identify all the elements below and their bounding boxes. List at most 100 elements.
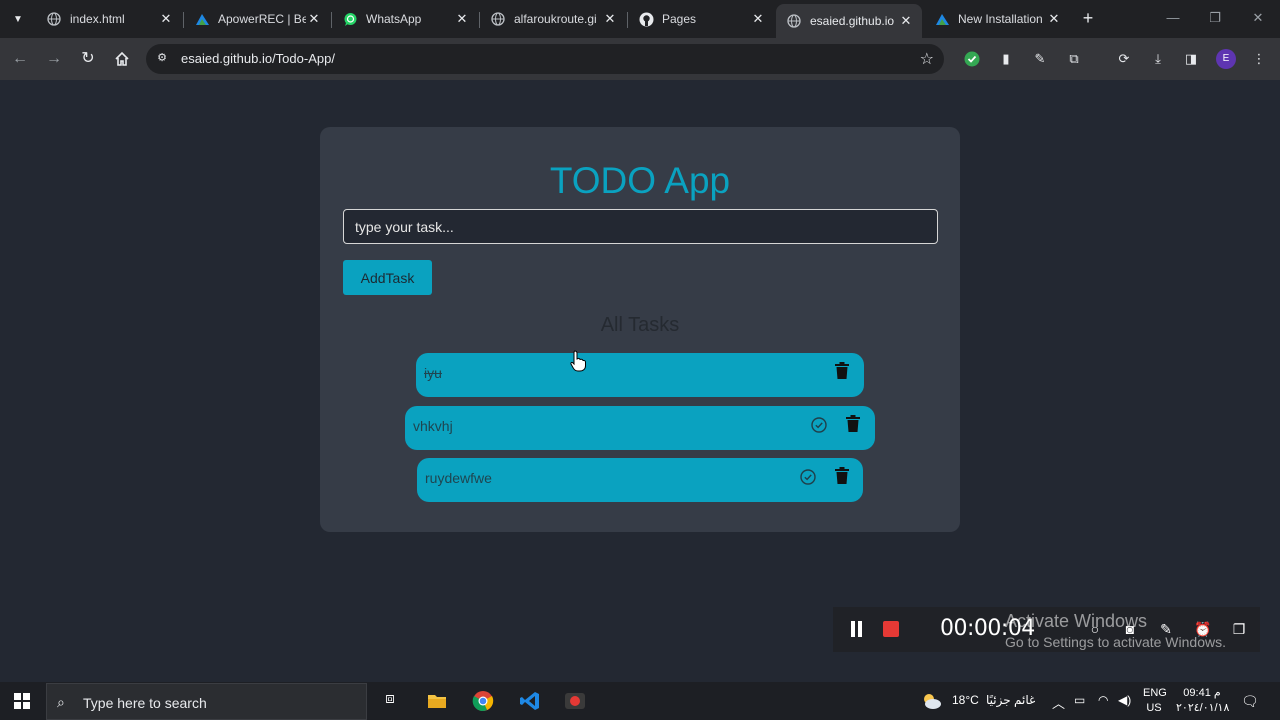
new-tab-plus-icon[interactable]: + xyxy=(1078,8,1098,28)
apowerrec-icon xyxy=(194,11,210,27)
tab-title: ApowerREC | Be xyxy=(218,12,306,26)
chrome-icon[interactable] xyxy=(472,690,494,712)
close-icon[interactable]: ✕ xyxy=(898,13,914,29)
tab-new-installation[interactable]: New Installation ✕ xyxy=(924,4,1070,34)
tab-index-html[interactable]: index.html ✕ xyxy=(36,4,182,34)
battery-icon[interactable]: ▭ xyxy=(1074,693,1085,707)
hand-cursor-icon xyxy=(570,350,586,372)
system-clock[interactable]: 09:41 م ٢٠٢٤/٠١/١٨ xyxy=(1176,686,1230,716)
close-icon[interactable]: ✕ xyxy=(454,11,470,27)
search-icon: ⌕ xyxy=(57,694,65,710)
site-info-icon[interactable]: ⚙ xyxy=(154,51,170,67)
close-icon[interactable]: ✕ xyxy=(750,11,766,27)
vscode-icon[interactable] xyxy=(519,690,541,712)
globe-icon xyxy=(490,11,506,27)
download-icon[interactable]: ⤓ xyxy=(1148,49,1168,69)
tab-title: Pages xyxy=(662,12,697,26)
screen-recorder-icon[interactable] xyxy=(564,690,586,712)
url-text: esaied.github.io/Todo-App/ xyxy=(181,51,335,66)
pen-icon[interactable]: ✎ xyxy=(1157,620,1175,638)
close-icon[interactable]: ✕ xyxy=(602,11,618,27)
file-explorer-icon[interactable] xyxy=(426,690,448,712)
alarm-clock-icon[interactable]: ⏰ xyxy=(1194,620,1212,638)
tab-title: alfaroukroute.gi xyxy=(514,12,597,26)
kebab-menu-icon[interactable]: ⋮ xyxy=(1249,49,1269,69)
bookmark-star-icon[interactable]: ☆ xyxy=(920,49,934,69)
tab-esaied-active[interactable]: esaied.github.io ✕ xyxy=(776,4,922,38)
tab-whatsapp[interactable]: WhatsApp ✕ xyxy=(332,4,478,34)
app-title: TODO App xyxy=(549,160,731,201)
minimize-icon[interactable]: — xyxy=(1163,8,1183,28)
task-item[interactable]: iyu xyxy=(416,353,864,397)
clock-time: 09:41 م xyxy=(1183,687,1221,699)
restore-icon[interactable]: ❐ xyxy=(1205,8,1225,28)
globe-icon xyxy=(46,11,62,27)
extensions-puzzle-icon[interactable]: ⧉ xyxy=(1064,49,1084,69)
task-item[interactable]: ruydewfwe xyxy=(417,458,863,502)
browser-toolbar: ← → ↻ ⚙ esaied.github.io/Todo-App/ ☆ ▮ ✎… xyxy=(0,38,1280,80)
circle-tool-icon[interactable]: ○ xyxy=(1086,620,1104,638)
address-bar[interactable]: ⚙ esaied.github.io/Todo-App/ ☆ xyxy=(146,44,944,74)
tab-search-button[interactable]: ▼ xyxy=(7,8,29,30)
close-icon[interactable]: ✕ xyxy=(158,11,174,27)
whatsapp-icon xyxy=(342,11,358,27)
bookmark-extension-icon[interactable]: ▮ xyxy=(996,49,1016,69)
task-view-icon[interactable]: ⧈ xyxy=(379,690,401,712)
tab-alfaroukroute[interactable]: alfaroukroute.gi ✕ xyxy=(480,4,626,34)
task-text: ruydewfwe xyxy=(425,470,492,486)
clock-date: ٢٠٢٤/٠١/١٨ xyxy=(1176,702,1230,714)
stop-record-icon[interactable] xyxy=(883,621,899,637)
windows-taskbar: ⌕ Type here to search ⧈ 18°C غائم جزئيًا… xyxy=(0,682,1280,720)
eyedropper-icon[interactable]: ✎ xyxy=(1030,49,1050,69)
window-toggle-icon[interactable]: ❐ xyxy=(1230,620,1248,638)
trash-icon[interactable] xyxy=(835,467,849,484)
show-hidden-icons-chevron-icon[interactable]: ︿ xyxy=(1052,693,1065,712)
apowerrec-icon xyxy=(934,11,950,27)
tab-title: esaied.github.io xyxy=(810,14,895,28)
task-text: iyu xyxy=(424,365,442,381)
camera-icon[interactable]: ◙ xyxy=(1121,620,1139,638)
weather-condition: غائم جزئيًا xyxy=(986,693,1036,707)
side-panel-icon[interactable]: ◨ xyxy=(1181,49,1201,69)
chevron-down-icon: ▼ xyxy=(13,13,23,25)
language-code: ENG xyxy=(1143,687,1167,699)
region-code: US xyxy=(1146,702,1162,714)
tab-strip: ▼ index.html ✕ ApowerREC | Be ✕ WhatsApp… xyxy=(0,0,1280,38)
tab-title: New Installation xyxy=(958,12,1043,26)
forward-arrow-icon[interactable]: → xyxy=(43,48,65,70)
profile-avatar[interactable]: E xyxy=(1216,49,1236,69)
add-task-button[interactable]: AddTask xyxy=(343,260,432,295)
sync-icon[interactable]: ⟳ xyxy=(1114,49,1134,69)
task-input[interactable] xyxy=(343,209,938,244)
tab-pages[interactable]: Pages ✕ xyxy=(628,4,774,34)
weather-cloud-sun-icon xyxy=(924,694,941,709)
wifi-icon[interactable]: ◠ xyxy=(1098,693,1108,707)
window-close-icon[interactable]: ✕ xyxy=(1248,8,1268,28)
activate-windows-subtitle: Go to Settings to activate Windows. xyxy=(1005,634,1226,650)
all-tasks-heading: All Tasks xyxy=(600,314,680,336)
home-icon[interactable] xyxy=(111,48,133,70)
back-arrow-icon[interactable]: ← xyxy=(9,48,31,70)
volume-icon[interactable]: ◀) xyxy=(1118,693,1131,707)
globe-icon xyxy=(786,13,802,29)
tab-title: WhatsApp xyxy=(366,12,422,26)
taskbar-search-placeholder: Type here to search xyxy=(83,695,207,711)
close-icon[interactable]: ✕ xyxy=(306,11,322,27)
trash-icon[interactable] xyxy=(835,362,849,379)
notifications-icon[interactable]: 🗨 xyxy=(1241,693,1259,710)
language-indicator[interactable]: ENG US xyxy=(1143,686,1167,716)
tab-apowerrec[interactable]: ApowerREC | Be ✕ xyxy=(184,4,330,34)
tab-title: index.html xyxy=(70,12,125,26)
weather-temperature: 18°C xyxy=(952,693,979,707)
reload-icon[interactable]: ↻ xyxy=(77,48,99,70)
pause-icon[interactable] xyxy=(850,621,864,637)
check-circle-icon[interactable] xyxy=(800,469,816,485)
windows-start-icon[interactable] xyxy=(14,693,30,709)
green-check-extension-icon[interactable] xyxy=(962,49,982,69)
taskbar-search-box[interactable]: ⌕ Type here to search xyxy=(46,683,367,720)
task-text: vhkvhj xyxy=(413,418,453,434)
task-item[interactable]: vhkvhj xyxy=(405,406,875,450)
trash-icon[interactable] xyxy=(846,415,860,432)
close-icon[interactable]: ✕ xyxy=(1046,11,1062,27)
check-circle-icon[interactable] xyxy=(811,417,827,433)
